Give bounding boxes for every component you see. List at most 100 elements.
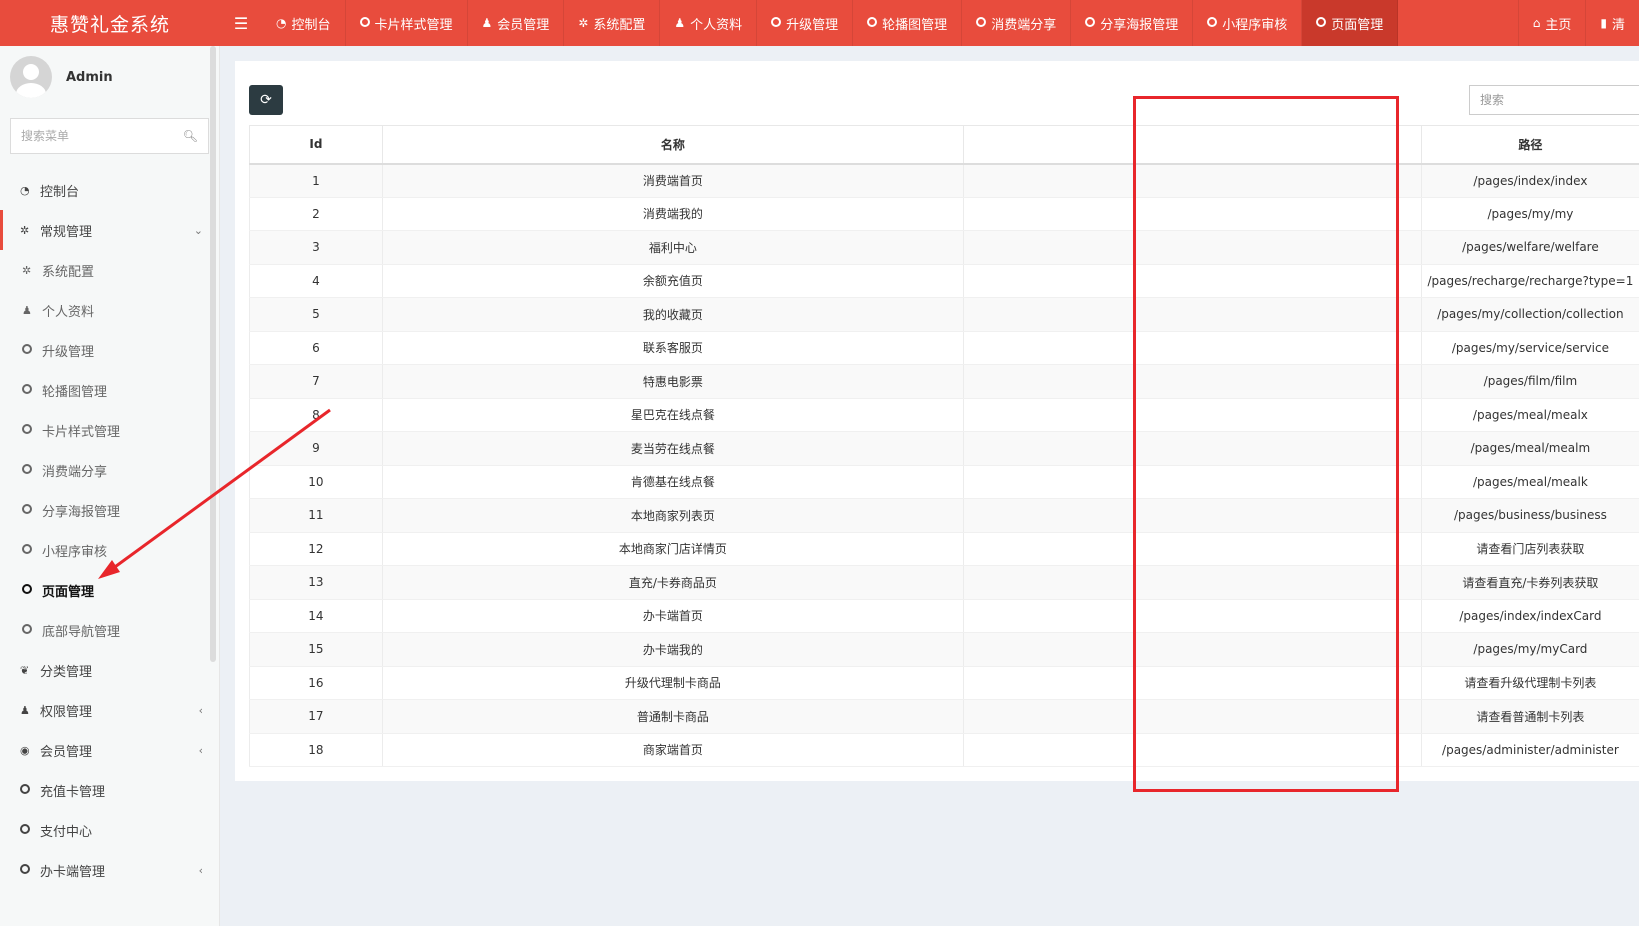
refresh-button[interactable]: ⟳ (249, 85, 283, 115)
table-row[interactable]: 14 办卡端首页/pages/index/indexCard (249, 599, 1639, 633)
chevron-down-icon: ⌄ (193, 223, 203, 237)
dashboard-icon: ◔ (20, 183, 30, 197)
table-row[interactable]: 18 商家端首页/pages/administer/administer (249, 733, 1639, 767)
sidebar-item[interactable]: ✲ 常规管理 ⌄ (0, 210, 219, 250)
sidebar-item[interactable]: 分享海报管理 (0, 490, 219, 530)
table-row[interactable]: 10 肯德基在线点餐/pages/meal/mealk (249, 465, 1639, 499)
top-nav-item-label: 页面管理 (1331, 17, 1384, 33)
table-row[interactable]: 17 普通制卡商品 请查看普通制卡列表 (249, 699, 1639, 734)
sidebar-item-label: 卡片样式管理 (42, 424, 121, 440)
sidebar-item-label: 分类管理 (40, 664, 93, 680)
circle-icon (22, 343, 42, 357)
app-title[interactable]: 惠赞礼金系统 (0, 0, 220, 46)
sidebar-item[interactable]: 页面管理 (0, 570, 219, 610)
column-header-path[interactable]: 路径 (1420, 125, 1639, 165)
sidebar-item[interactable]: 支付中心 (0, 810, 219, 850)
table-row[interactable]: 6 联系客服页/pages/my/service/service (249, 331, 1639, 365)
cell-path: /pages/film/film (1420, 364, 1639, 399)
circle-icon (22, 503, 42, 517)
cell-name: 消费端我的 (381, 197, 964, 231)
cell-id: 11 (249, 498, 383, 533)
sidebar-item-label: 系统配置 (42, 264, 95, 280)
top-nav-item[interactable]: ♟ 会员管理 (468, 0, 565, 46)
sidebar-scrollbar[interactable] (210, 46, 216, 662)
sidebar-item[interactable]: 充值卡管理 (0, 770, 219, 810)
sidebar-item[interactable]: ♟ 权限管理 ‹ (0, 690, 219, 730)
table-row[interactable]: 1 消费端首页/pages/index/index (249, 163, 1639, 198)
cell-name: 直充/卡券商品页 (381, 565, 964, 600)
sidebar-search-input[interactable] (21, 129, 171, 143)
top-nav-item[interactable]: 页面管理 (1302, 0, 1399, 46)
top-nav-item[interactable]: ♟ 个人资料 (660, 0, 758, 46)
cell-name: 消费端首页 (381, 163, 964, 198)
top-nav-item[interactable]: ◔ 控制台 (262, 0, 346, 46)
cell-name: 麦当劳在线点餐 (381, 431, 964, 466)
gear-icon: ✲ (22, 263, 32, 277)
top-nav-item-label: 分享海报管理 (1100, 17, 1179, 33)
cell-blank (963, 599, 1422, 633)
sidebar-item[interactable]: 卡片样式管理 (0, 410, 219, 450)
table-row[interactable]: 12 本地商家门店详情页 请查看门店列表获取 (249, 532, 1639, 566)
table-row[interactable]: 13 直充/卡券商品页 请查看直充/卡券列表获取 (249, 565, 1639, 600)
top-nav-item[interactable]: 分享海报管理 (1071, 0, 1194, 46)
top-nav-right-item[interactable]: ▮ 清 (1585, 0, 1639, 46)
sidebar-item-label: 消费端分享 (42, 464, 108, 480)
sidebar-item-label: 个人资料 (42, 304, 95, 320)
search-icon[interactable]: 🔍︎ (183, 129, 198, 143)
cell-name: 特惠电影票 (381, 364, 964, 399)
column-header-id[interactable]: Id (249, 125, 383, 165)
sidebar-item[interactable]: 办卡端管理 ‹ (0, 850, 219, 890)
table-row[interactable]: 9 麦当劳在线点餐/pages/meal/mealm (249, 431, 1639, 466)
sidebar-item[interactable]: 升级管理 (0, 330, 219, 370)
circle-icon (20, 823, 40, 837)
table-row[interactable]: 11 本地商家列表页/pages/business/business (249, 498, 1639, 533)
cell-path: /pages/index/index (1420, 163, 1639, 198)
menu-toggle-icon[interactable]: ☰ (220, 0, 262, 46)
sidebar-item-label: 办卡端管理 (40, 864, 106, 880)
table-row[interactable]: 16 升级代理制卡商品 请查看升级代理制卡列表 (249, 666, 1639, 700)
top-nav-item[interactable]: 小程序审核 (1193, 0, 1303, 46)
sidebar-item[interactable]: 消费端分享 (0, 450, 219, 490)
sidebar-item-label: 底部导航管理 (42, 624, 121, 640)
table-row[interactable]: 8 星巴克在线点餐/pages/meal/mealx (249, 398, 1639, 432)
table-search-input[interactable] (1480, 93, 1630, 107)
sidebar: Admin 🔍︎ ◔ 控制台 ✲ 常规管理 ⌄ ✲ 系统配置 ♟ 个人资料升级管理轮播图管理卡片… (0, 46, 220, 926)
cell-id: 17 (249, 699, 383, 734)
sidebar-item-label: 权限管理 (40, 704, 93, 720)
column-header-name[interactable]: 名称 (381, 125, 964, 165)
cell-name: 本地商家列表页 (381, 498, 964, 533)
top-nav-item[interactable]: 卡片样式管理 (346, 0, 468, 46)
sidebar-item[interactable]: ◉ 会员管理 ‹ (0, 730, 219, 770)
circle-icon (22, 423, 42, 437)
sidebar-item-label: 支付中心 (40, 824, 93, 840)
sidebar-item[interactable]: 底部导航管理 (0, 610, 219, 650)
sidebar-item-label: 控制台 (40, 184, 80, 200)
top-nav-item[interactable]: 升级管理 (757, 0, 854, 46)
dashboard-icon: ◔ (276, 16, 287, 30)
sidebar-item[interactable]: ✲ 系统配置 (0, 250, 219, 290)
cell-name: 办卡端首页 (381, 599, 964, 633)
table-row[interactable]: 3 福利中心/pages/welfare/welfare (249, 230, 1639, 265)
cell-name: 办卡端我的 (381, 632, 964, 667)
cell-id: 3 (249, 230, 383, 265)
sidebar-item[interactable]: ◔ 控制台 (0, 170, 219, 210)
top-nav-item[interactable]: 轮播图管理 (853, 0, 963, 46)
top-nav-right-item[interactable]: ⌂ 主页 (1517, 0, 1586, 46)
cell-blank (963, 733, 1422, 767)
table-row[interactable]: 15 办卡端我的/pages/my/myCard (249, 632, 1639, 667)
table-row[interactable]: 2 消费端我的/pages/my/my (249, 197, 1639, 231)
table-row[interactable]: 4 余额充值页/pages/recharge/recharge?type=1 (249, 264, 1639, 298)
top-nav-item-label: 卡片样式管理 (374, 17, 453, 33)
user-icon: ♟ (481, 16, 493, 30)
sidebar-item[interactable]: ♟ 个人资料 (0, 290, 219, 330)
chevron-left-icon: ‹ (198, 703, 203, 717)
table-row[interactable]: 7 特惠电影票/pages/film/film (249, 364, 1639, 399)
user-icon: ♟ (674, 16, 686, 30)
table-row[interactable]: 5 我的收藏页/pages/my/collection/collection (249, 297, 1639, 332)
sidebar-item[interactable]: ❦ 分类管理 (0, 650, 219, 690)
cell-name: 升级代理制卡商品 (381, 666, 964, 700)
sidebar-item[interactable]: 轮播图管理 (0, 370, 219, 410)
top-nav-item[interactable]: ✲ 系统配置 (564, 0, 661, 46)
sidebar-item[interactable]: 小程序审核 (0, 530, 219, 570)
top-nav-item[interactable]: 消费端分享 (962, 0, 1072, 46)
